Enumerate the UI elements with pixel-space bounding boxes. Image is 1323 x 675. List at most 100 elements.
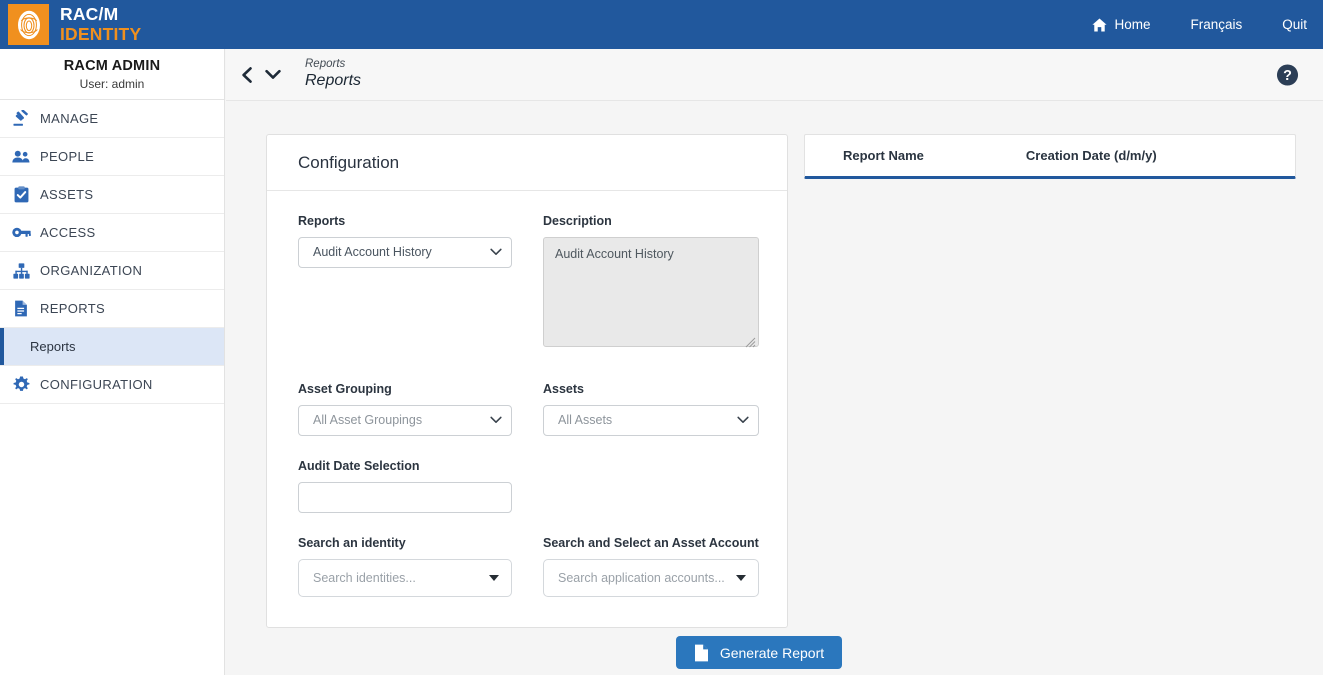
breadcrumb-parent[interactable]: Reports <box>305 58 361 71</box>
column-header-report-name[interactable]: Report Name <box>843 148 924 163</box>
app-logo <box>8 4 49 45</box>
user-info-block: RACM ADMIN User: admin <box>0 49 224 100</box>
description-textarea <box>543 236 759 347</box>
sidebar: RACM ADMIN User: admin MANAGE PEOPLE ASS… <box>0 49 225 675</box>
home-icon <box>1092 18 1108 31</box>
help-icon[interactable]: ? <box>1276 63 1299 86</box>
search-row: Search an identity Search identities... … <box>298 535 759 597</box>
brand-wordmark: RAC/M IDENTITY <box>60 4 142 44</box>
gavel-icon <box>8 110 34 127</box>
sidebar-item-organization[interactable]: ORGANIZATION <box>0 252 224 290</box>
brand-line-2: IDENTITY <box>60 23 142 44</box>
nav-francais[interactable]: Français <box>1170 17 1262 32</box>
sidebar-item-assets[interactable]: ASSETS <box>0 176 224 214</box>
brand-line-1: RAC/M <box>60 4 119 24</box>
sidebar-subitem-reports[interactable]: Reports <box>0 328 224 366</box>
chevron-down-icon <box>490 416 502 424</box>
gear-icon <box>8 376 34 393</box>
configuration-panel-header: Configuration <box>267 135 787 191</box>
configuration-panel-body: Reports Audit Account History Descriptio… <box>267 191 787 627</box>
user-name: RACM ADMIN <box>63 58 161 74</box>
audit-date-label: Audit Date Selection <box>298 458 420 473</box>
generate-report-button[interactable]: Generate Report <box>675 636 843 669</box>
description-textarea-wrap <box>543 236 759 352</box>
assets-select-value: All Assets <box>558 413 613 428</box>
assets-select[interactable]: All Assets <box>543 404 759 436</box>
search-asset-account-label: Search and Select an Asset Account <box>543 535 759 550</box>
search-identity-placeholder: Search identities... <box>313 570 416 585</box>
search-identity-label: Search an identity <box>298 535 406 550</box>
clipboard-check-icon <box>8 186 34 203</box>
fingerprint-icon <box>17 10 40 39</box>
search-asset-account-placeholder: Search application accounts... <box>558 570 725 585</box>
reports-table-header-row: Report Name Creation Date (d/m/y) <box>805 135 1295 176</box>
file-icon <box>8 300 34 317</box>
sidebar-item-manage-label: MANAGE <box>40 111 99 126</box>
reports-select-value: Audit Account History <box>313 245 432 260</box>
asset-grouping-label: Asset Grouping <box>298 381 392 396</box>
audit-date-input[interactable] <box>298 481 512 513</box>
user-login: User: admin <box>79 77 145 91</box>
configuration-panel-title: Configuration <box>298 152 400 172</box>
sidebar-item-assets-label: ASSETS <box>40 187 94 202</box>
configuration-panel: Configuration Reports Audit Account Hist… <box>266 134 788 628</box>
generate-report-wrap: Generate Report <box>226 636 1292 669</box>
file-icon <box>694 644 708 661</box>
sidebar-item-reports-label: REPORTS <box>40 301 106 316</box>
column-header-creation-date[interactable]: Creation Date (d/m/y) <box>1026 148 1157 163</box>
search-identity-select[interactable]: Search identities... <box>298 558 512 597</box>
nav-home[interactable]: Home <box>1072 17 1170 32</box>
description-label: Description <box>543 214 612 228</box>
search-asset-account-field-group: Search and Select an Asset Account Searc… <box>543 535 759 597</box>
sidebar-item-configuration-label: CONFIGURATION <box>40 377 153 392</box>
audit-date-row: Audit Date Selection <box>298 458 756 513</box>
sidebar-item-people[interactable]: PEOPLE <box>0 138 224 176</box>
sidebar-item-organization-label: ORGANIZATION <box>40 263 143 278</box>
reports-description-row: Reports Audit Account History Descriptio… <box>298 213 759 352</box>
back-chevron-icon[interactable] <box>240 66 253 83</box>
breadcrumb-bar: Reports Reports ? <box>226 49 1323 101</box>
reports-select[interactable]: Audit Account History <box>298 236 512 268</box>
sidebar-item-access-label: ACCESS <box>40 225 96 240</box>
audit-date-field-group: Audit Date Selection <box>298 458 512 513</box>
chevron-down-icon <box>490 248 502 256</box>
brand[interactable]: RAC/M IDENTITY <box>0 4 141 45</box>
assets-field-group: Assets All Assets <box>543 381 759 436</box>
reports-field-group: Reports Audit Account History <box>298 213 512 352</box>
caret-down-icon <box>489 574 499 581</box>
key-icon <box>8 226 34 239</box>
page-title: Reports <box>305 72 362 90</box>
breadcrumb: Reports Reports <box>305 58 361 92</box>
sidebar-subitem-reports-label: Reports <box>30 339 76 354</box>
nav-home-label: Home <box>1114 17 1151 32</box>
sidebar-item-access[interactable]: ACCESS <box>0 214 224 252</box>
nav-francais-label: Français <box>1190 17 1243 32</box>
description-field-group: Description <box>543 213 759 352</box>
chevron-down-icon[interactable] <box>265 68 281 81</box>
people-icon <box>8 149 34 164</box>
asset-grouping-field-group: Asset Grouping All Asset Groupings <box>298 381 512 436</box>
main-content: Reports Reports ? Configuration Reports … <box>226 49 1323 675</box>
caret-down-icon <box>736 574 746 581</box>
sidebar-item-people-label: PEOPLE <box>40 149 95 164</box>
top-header-bar: RAC/M IDENTITY Home Français Quit <box>0 0 1323 49</box>
nav-quit[interactable]: Quit <box>1262 17 1319 32</box>
reports-results-table: Report Name Creation Date (d/m/y) <box>804 134 1296 179</box>
audit-date-spacer <box>543 458 759 513</box>
nav-quit-label: Quit <box>1282 17 1307 32</box>
asset-grouping-select[interactable]: All Asset Groupings <box>298 404 512 436</box>
asset-grouping-assets-row: Asset Grouping All Asset Groupings Asset… <box>298 381 759 436</box>
sidebar-item-manage[interactable]: MANAGE <box>0 100 224 138</box>
reports-label: Reports <box>298 214 346 228</box>
generate-report-button-label: Generate Report <box>719 644 825 661</box>
assets-label: Assets <box>543 381 584 396</box>
sidebar-item-reports[interactable]: REPORTS <box>0 290 224 328</box>
sitemap-icon <box>8 262 34 279</box>
chevron-down-icon <box>737 416 749 424</box>
top-navigation: Home Français Quit <box>1072 0 1323 49</box>
search-asset-account-select[interactable]: Search application accounts... <box>543 558 759 597</box>
svg-text:?: ? <box>1283 67 1292 83</box>
search-identity-field-group: Search an identity Search identities... <box>298 535 512 597</box>
sidebar-item-configuration[interactable]: CONFIGURATION <box>0 366 224 404</box>
asset-grouping-select-value: All Asset Groupings <box>313 413 423 428</box>
